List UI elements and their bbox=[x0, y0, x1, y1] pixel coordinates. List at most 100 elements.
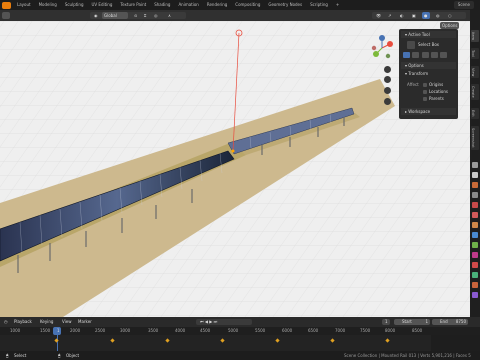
workspace-tab[interactable]: Shading bbox=[150, 0, 174, 10]
physics-properties-icon[interactable] bbox=[472, 252, 478, 258]
ruler-tick: 8000 bbox=[385, 328, 396, 333]
timeline-menu-view[interactable]: View bbox=[60, 318, 74, 325]
affect-origins-checkbox[interactable]: Origins bbox=[423, 82, 443, 87]
mode-new-icon[interactable] bbox=[403, 52, 410, 58]
scene-properties-icon[interactable] bbox=[472, 202, 478, 208]
active-tool-title: Active Tool bbox=[408, 32, 430, 37]
ruler-tick: 3000 bbox=[120, 328, 131, 333]
tab-item[interactable]: Item bbox=[471, 30, 479, 42]
falloff-icon[interactable]: ∧ bbox=[166, 12, 173, 19]
orientation-icon[interactable]: ◉ bbox=[92, 12, 100, 19]
workspace-tab[interactable]: Scripting bbox=[306, 0, 332, 10]
status-right: Scene Collection | Mounted Rail 013 | Ve… bbox=[344, 353, 471, 358]
tab-view[interactable]: View bbox=[471, 66, 479, 79]
timeline-menu-keying[interactable]: Keying bbox=[38, 318, 55, 325]
timeline-ruler[interactable]: 1000 1500 1 2000 2500 3000 3500 4000 450… bbox=[0, 327, 480, 335]
pan-icon[interactable] bbox=[384, 76, 391, 83]
affect-locations-checkbox[interactable]: Locations bbox=[423, 89, 448, 94]
keyframe[interactable] bbox=[110, 338, 115, 343]
options-header[interactable]: ▾ Options bbox=[401, 62, 456, 69]
texture-properties-icon[interactable] bbox=[472, 292, 478, 298]
overlay-icon[interactable]: ◐ bbox=[398, 12, 406, 19]
active-tool-header[interactable]: ▾ Active Tool bbox=[401, 31, 456, 38]
transform-orientation-select[interactable]: Global bbox=[102, 12, 128, 19]
mode-extend-icon[interactable] bbox=[412, 52, 420, 58]
mode-subtract-icon[interactable] bbox=[421, 52, 429, 58]
workspace-tab[interactable]: Rendering bbox=[203, 0, 231, 10]
workspace-tab[interactable]: Compositing bbox=[231, 0, 264, 10]
data-properties-icon[interactable] bbox=[472, 272, 478, 278]
workspace-tab[interactable]: Geometry Nodes bbox=[264, 0, 306, 10]
solid-shading-icon[interactable]: ● bbox=[422, 12, 430, 19]
render-properties-icon[interactable] bbox=[472, 172, 478, 178]
navigation-gizmo[interactable] bbox=[368, 34, 396, 62]
timeline-menu-marker[interactable]: Marker bbox=[76, 318, 94, 325]
ruler-tick: 4500 bbox=[200, 328, 211, 333]
snap-icon[interactable]: ⌗ bbox=[142, 12, 148, 19]
output-properties-icon[interactable] bbox=[472, 182, 478, 188]
transform-subheader[interactable]: ▾ Transform bbox=[405, 71, 428, 76]
object-properties-icon[interactable] bbox=[472, 222, 478, 228]
material-properties-icon[interactable] bbox=[472, 282, 478, 288]
ruler-tick: 2500 bbox=[95, 328, 106, 333]
timeline-tracks[interactable] bbox=[0, 335, 480, 351]
keyframe[interactable] bbox=[330, 338, 335, 343]
workspace-header[interactable]: ▸ Workspace bbox=[401, 108, 456, 115]
gizmo-icon[interactable]: ↗ bbox=[386, 12, 393, 19]
constraint-properties-icon[interactable] bbox=[472, 262, 478, 268]
workspace-tab[interactable]: Modeling bbox=[35, 0, 61, 10]
timeline-editor-icon[interactable]: ◷ bbox=[2, 318, 10, 325]
keyframe[interactable] bbox=[165, 338, 170, 343]
tab-edit[interactable]: Edit bbox=[471, 108, 479, 119]
start-frame-field[interactable]: Start 1 bbox=[394, 319, 430, 325]
keyframe[interactable] bbox=[275, 338, 280, 343]
add-workspace-button[interactable]: + bbox=[332, 0, 343, 10]
editor-type-icon[interactable] bbox=[2, 12, 10, 19]
ruler-tick: 6500 bbox=[308, 328, 319, 333]
xray-icon[interactable]: ▣ bbox=[410, 12, 418, 19]
world-properties-icon[interactable] bbox=[472, 212, 478, 218]
mode-invert-icon[interactable] bbox=[430, 52, 438, 58]
view-layer-icon[interactable] bbox=[472, 192, 478, 198]
workspace-tab[interactable]: UV Editing bbox=[88, 0, 117, 10]
current-frame-field[interactable]: 1 bbox=[382, 319, 390, 325]
scene-selector[interactable]: Scene bbox=[453, 1, 474, 9]
end-frame-field[interactable]: End 8750 bbox=[432, 319, 468, 325]
ruler-tick: 5500 bbox=[255, 328, 266, 333]
tab-create[interactable]: Create bbox=[471, 84, 479, 100]
select-box-tool-icon[interactable] bbox=[407, 41, 415, 49]
perspective-toggle-icon[interactable] bbox=[384, 98, 391, 105]
workspace-tab[interactable]: Sculpting bbox=[61, 0, 88, 10]
blender-logo-icon[interactable] bbox=[2, 1, 11, 9]
proportional-icon[interactable]: ◎ bbox=[152, 12, 160, 19]
keyframe[interactable] bbox=[385, 338, 390, 343]
status-left: Select bbox=[14, 353, 27, 358]
material-shading-icon[interactable]: ◍ bbox=[434, 12, 442, 19]
keyframe[interactable] bbox=[220, 338, 225, 343]
workspace-tab[interactable]: Layout bbox=[13, 0, 35, 10]
timeline-menu-playback[interactable]: Playback bbox=[12, 318, 34, 325]
tab-tool[interactable]: Tool bbox=[471, 48, 479, 59]
playback-controls[interactable]: ⏮ ◀ ▶ ⏭ bbox=[196, 319, 252, 325]
visibility-icon[interactable]: 👁 bbox=[374, 12, 383, 19]
affect-parents-checkbox[interactable]: Parents bbox=[423, 96, 444, 101]
workspace-tab[interactable]: Animation bbox=[174, 0, 202, 10]
affect-label: Affect bbox=[407, 82, 419, 87]
tab-screenshot[interactable]: Screenshot bbox=[471, 126, 479, 150]
rendered-shading-icon[interactable]: ○ bbox=[446, 12, 454, 19]
playhead[interactable]: 1 bbox=[53, 327, 61, 335]
ruler-tick: 6000 bbox=[282, 328, 293, 333]
zoom-icon[interactable] bbox=[384, 66, 391, 73]
particles-properties-icon[interactable] bbox=[472, 242, 478, 248]
mode-intersect-icon[interactable] bbox=[440, 52, 448, 58]
options-button[interactable]: Options bbox=[440, 22, 460, 29]
camera-view-icon[interactable] bbox=[384, 87, 391, 94]
ruler-tick: 4000 bbox=[175, 328, 186, 333]
select-mode-buttons bbox=[403, 52, 453, 59]
status-bar: 🖱 Select 🖱 Object Scene Collection | Mou… bbox=[0, 351, 480, 360]
modifier-properties-icon[interactable] bbox=[472, 232, 478, 238]
select-box-label: Select Box bbox=[418, 42, 440, 47]
workspace-tab[interactable]: Texture Paint bbox=[116, 0, 150, 10]
tool-properties-icon[interactable] bbox=[472, 162, 478, 168]
pivot-icon[interactable]: ⊙ bbox=[132, 12, 139, 19]
